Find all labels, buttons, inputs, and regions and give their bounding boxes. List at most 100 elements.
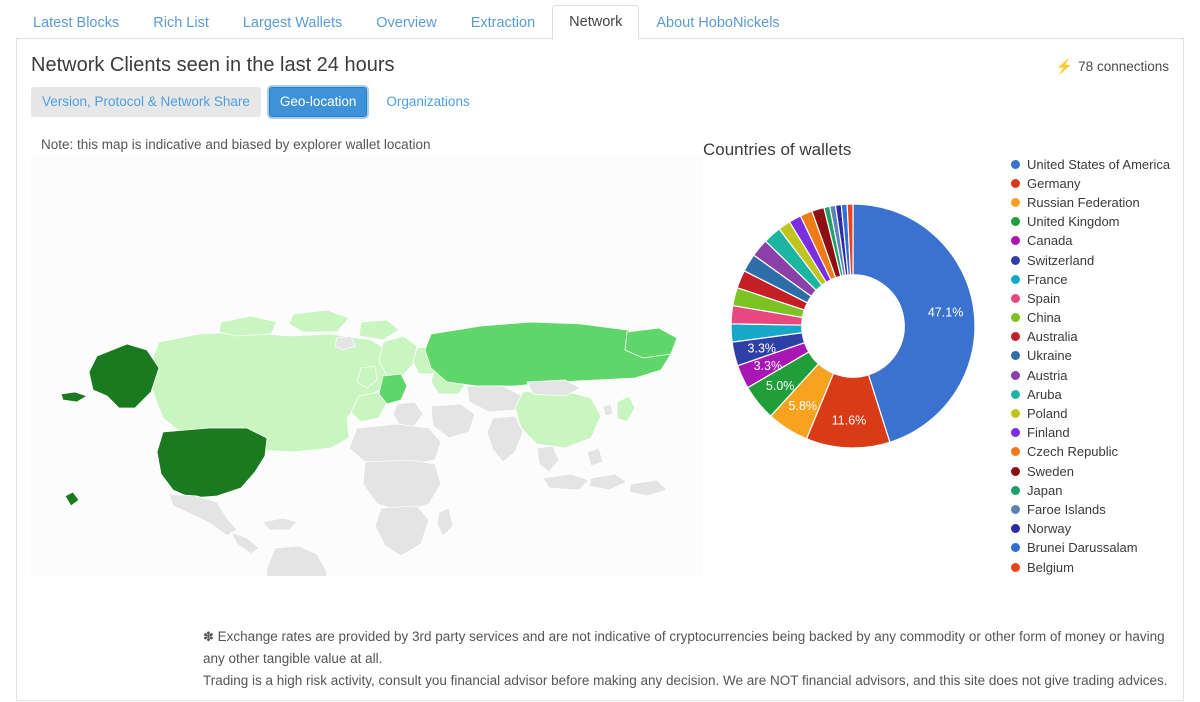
geo-subtab-group: Version, Protocol & Network Share Geo-loc… — [17, 79, 1183, 117]
legend-item[interactable]: Aruba — [1011, 385, 1193, 404]
subtab-version-protocol-network-share[interactable]: Version, Protocol & Network Share — [31, 87, 261, 117]
legend-color-dot-icon — [1011, 178, 1020, 188]
subtab-organizations[interactable]: Organizations — [375, 87, 480, 117]
legend-item[interactable]: China — [1011, 308, 1193, 327]
panel-content: Note: this map is indicative and biased … — [17, 117, 1183, 577]
disclaimer-text-1: Exchange rates are provided by 3rd party… — [203, 629, 1165, 667]
subtab-geo-location[interactable]: Geo-location — [268, 87, 368, 117]
page-title: Network Clients seen in the last 24 hour… — [31, 54, 395, 76]
legend-label: Belgium — [1027, 559, 1074, 575]
legend-label: Switzerland — [1027, 252, 1095, 268]
legend-label: Ukraine — [1027, 348, 1072, 364]
panel-header: Network Clients seen in the last 24 hour… — [17, 39, 1183, 79]
nav-tab-latest-blocks[interactable]: Latest Blocks — [16, 6, 136, 41]
legend-color-dot-icon — [1011, 447, 1020, 457]
legend-color-dot-icon — [1011, 274, 1020, 284]
legend-color-dot-icon — [1011, 236, 1020, 246]
legend-item[interactable]: Australia — [1011, 327, 1193, 346]
legend-color-dot-icon — [1011, 255, 1020, 265]
legend-color-dot-icon — [1011, 466, 1020, 476]
legend-label: Japan — [1027, 482, 1063, 498]
legend-label: Brunei Darussalam — [1027, 540, 1138, 556]
legend-label: United States of America — [1027, 156, 1171, 172]
connections-status: ⚡ 78 connections — [1056, 59, 1169, 74]
legend-item[interactable]: Poland — [1011, 404, 1193, 423]
connections-count-label: 78 connections — [1078, 58, 1169, 74]
legend-item[interactable]: Brunei Darussalam — [1011, 538, 1193, 557]
legend-color-dot-icon — [1011, 370, 1020, 380]
legend-label: Russian Federation — [1027, 194, 1140, 210]
donut-slice-label: 47.1% — [928, 306, 963, 320]
legend-color-dot-icon — [1011, 428, 1020, 438]
donut-block: Countries of wallets 47.1% 11.6% 5.8% 5.0% 3… — [703, 117, 1003, 577]
legend-color-dot-icon — [1011, 332, 1020, 342]
map-region-korea[interactable] — [602, 403, 614, 416]
legend-label: Sweden — [1027, 463, 1074, 479]
legend-item[interactable]: Germany — [1011, 174, 1193, 193]
main-navigation: Latest Blocks Rich List Largest Wallets Ove… — [0, 0, 1200, 41]
chart-title: Countries of wallets — [703, 139, 852, 159]
legend-item[interactable]: United States of America — [1011, 155, 1193, 174]
legend-item[interactable]: Spain — [1011, 289, 1193, 308]
legend-label: Czech Republic — [1027, 444, 1119, 460]
legend-label: Aruba — [1027, 386, 1062, 402]
disclaimer-footer: ✽ Exchange rates are provided by 3rd par… — [17, 626, 1183, 692]
legend-label: China — [1027, 310, 1061, 326]
legend-item[interactable]: Switzerland — [1011, 250, 1193, 269]
lightning-bolt-icon: ⚡ — [1055, 58, 1074, 74]
legend-item[interactable]: Czech Republic — [1011, 442, 1193, 461]
network-panel: Network Clients seen in the last 24 hour… — [16, 39, 1184, 701]
disclaimer-line-1: ✽ Exchange rates are provided by 3rd par… — [203, 626, 1169, 670]
legend-color-dot-icon — [1011, 562, 1020, 572]
legend-label: Canada — [1027, 233, 1073, 249]
legend-item[interactable]: Japan — [1011, 481, 1193, 500]
legend-color-dot-icon — [1011, 351, 1020, 361]
donut-slice-label: 5.8% — [789, 399, 818, 413]
legend-item[interactable]: Faroe Islands — [1011, 500, 1193, 519]
legend-color-dot-icon — [1011, 409, 1020, 419]
map-note: Note: this map is indicative and biased … — [41, 136, 431, 152]
legend-color-dot-icon — [1011, 159, 1020, 169]
legend-label: France — [1027, 271, 1068, 287]
legend-color-dot-icon — [1011, 504, 1020, 514]
donut-slice-label: 3.3% — [748, 342, 777, 356]
legend-color-dot-icon — [1011, 485, 1020, 495]
legend-color-dot-icon — [1011, 389, 1020, 399]
countries-donut-chart[interactable]: 47.1% 11.6% 5.8% 5.0% 3.3% 3.3% — [703, 168, 1003, 488]
legend-item[interactable]: United Kingdom — [1011, 212, 1193, 231]
nav-tab-largest-wallets[interactable]: Largest Wallets — [226, 6, 359, 41]
legend-item[interactable]: France — [1011, 270, 1193, 289]
legend-item[interactable]: Canada — [1011, 231, 1193, 250]
nav-tab-network[interactable]: Network — [552, 4, 640, 40]
legend-item[interactable]: Russian Federation — [1011, 193, 1193, 212]
donut-slice-label: 5.0% — [766, 379, 795, 393]
legend-item[interactable]: Sweden — [1011, 462, 1193, 481]
legend-label: Faroe Islands — [1027, 501, 1106, 517]
legend-item[interactable]: Norway — [1011, 519, 1193, 538]
legend-color-dot-icon — [1011, 197, 1020, 207]
map-column: Note: this map is indicative and biased … — [31, 117, 703, 577]
chart-legend: United States of America Germany Russian F… — [1003, 117, 1193, 577]
disclaimer-line-2: Trading is a high risk activity, consult… — [203, 673, 1168, 689]
legend-label: Austria — [1027, 367, 1068, 383]
legend-label: Norway — [1027, 521, 1072, 537]
legend-item[interactable]: Finland — [1011, 423, 1193, 442]
legend-color-dot-icon — [1011, 293, 1020, 303]
chart-column: Countries of wallets 47.1% 11.6% 5.8% 5.0% 3… — [703, 117, 1193, 577]
legend-color-dot-icon — [1011, 313, 1020, 323]
world-map-svg — [31, 155, 703, 576]
legend-item[interactable]: Austria — [1011, 366, 1193, 385]
map-region-north-africa[interactable] — [348, 423, 442, 466]
legend-item[interactable]: Ukraine — [1011, 346, 1193, 365]
world-map[interactable] — [31, 155, 703, 576]
nav-tab-about-hobonickels[interactable]: About HoboNickels — [639, 6, 796, 41]
nav-tab-rich-list[interactable]: Rich List — [136, 6, 226, 41]
nav-tab-extraction[interactable]: Extraction — [454, 6, 552, 41]
donut-slice-label: 3.3% — [754, 359, 783, 373]
legend-color-dot-icon — [1011, 543, 1020, 553]
legend-item[interactable]: Belgium — [1011, 557, 1193, 576]
nav-tab-overview[interactable]: Overview — [359, 6, 453, 41]
legend-color-dot-icon — [1011, 217, 1020, 227]
asterisk-icon: ✽ — [203, 629, 214, 645]
legend-label: Poland — [1027, 406, 1068, 422]
